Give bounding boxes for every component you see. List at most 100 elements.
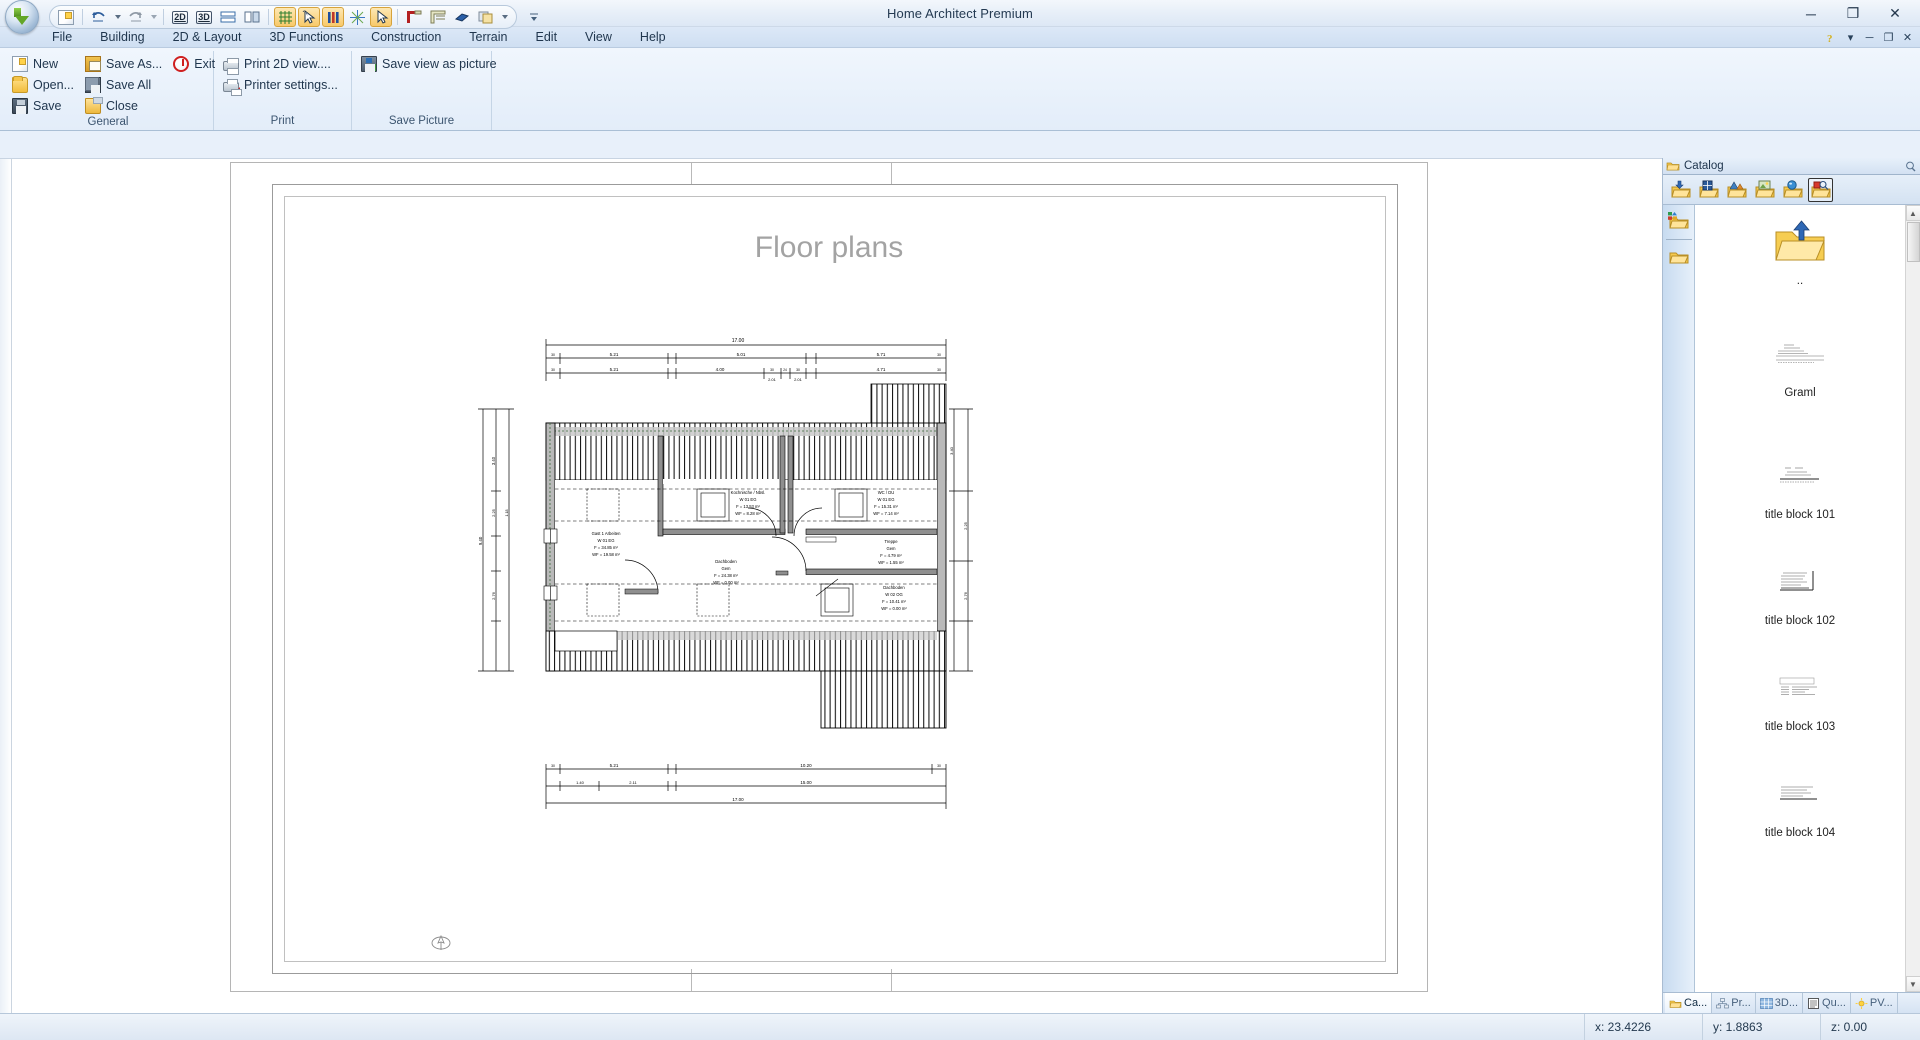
- view-3d-icon[interactable]: 3D: [193, 7, 215, 27]
- save-as-label: Save As...: [106, 57, 162, 71]
- close-button[interactable]: ✕: [1874, 3, 1916, 25]
- more-dropdown-icon[interactable]: [499, 7, 509, 27]
- ribbon-print-2d-button[interactable]: Print 2D view....: [220, 54, 344, 74]
- undo-icon[interactable]: [88, 7, 110, 27]
- catalog-textures-icon[interactable]: [1752, 178, 1777, 202]
- columns-icon[interactable]: [322, 7, 344, 27]
- minimize-button[interactable]: ─: [1790, 3, 1832, 25]
- application-orb-button[interactable]: [5, 0, 39, 34]
- catalog-item-label: Graml: [1784, 387, 1815, 399]
- page-sheet[interactable]: Floor plans: [230, 162, 1428, 992]
- auto-hide-pin-icon[interactable]: [1903, 160, 1917, 173]
- quick-access-toolbar: 2D 3D: [0, 0, 546, 34]
- save-view-as-picture-label: Save view as picture: [382, 57, 497, 71]
- tab-quantities[interactable]: Qu...: [1803, 993, 1851, 1013]
- copy-layer-icon[interactable]: [475, 7, 497, 27]
- tab-project-label: Pr...: [1731, 997, 1751, 1009]
- new-document-icon[interactable]: [55, 7, 77, 27]
- catalog-tree-icon[interactable]: [1666, 209, 1692, 233]
- redo-icon[interactable]: [124, 7, 146, 27]
- svg-text:30: 30: [796, 368, 800, 372]
- svg-text:30: 30: [770, 368, 774, 372]
- qat-separator-3: [268, 9, 269, 25]
- help-icon[interactable]: ?: [1823, 29, 1840, 46]
- svg-text:F = 15.31 m²: F = 15.31 m²: [874, 504, 898, 509]
- catalog-folder-icon[interactable]: [1666, 246, 1692, 270]
- svg-text:17.00: 17.00: [732, 338, 745, 344]
- menu-view[interactable]: View: [571, 28, 626, 46]
- svg-text:30: 30: [937, 353, 941, 357]
- ribbon-printer-settings-button[interactable]: Printer settings...: [220, 75, 344, 95]
- ribbon-save-as-button[interactable]: Save As...: [82, 54, 168, 74]
- svg-text:WF = 0.00 m²: WF = 0.00 m²: [881, 606, 907, 611]
- catalog-item-graml[interactable]: Graml: [1695, 317, 1905, 439]
- svg-text:2.11: 2.11: [629, 780, 637, 785]
- scroll-track[interactable]: [1906, 221, 1920, 976]
- ribbon-close-button[interactable]: Close: [82, 96, 168, 116]
- floor-plan-svg: 17.00 5.21 5.01 5.71: [476, 331, 1116, 851]
- ribbon-options-icon[interactable]: ▾: [1842, 29, 1859, 46]
- floor-plan-drawing[interactable]: 17.00 5.21 5.01 5.71: [476, 331, 1116, 851]
- ribbon-new-button[interactable]: New: [9, 54, 80, 74]
- catalog-item-title-block-103[interactable]: title block 103: [1695, 651, 1905, 757]
- catalog-item-list[interactable]: ..: [1695, 205, 1905, 992]
- general-group-body: New Open... Save Save As...: [9, 54, 207, 116]
- view-2d-icon[interactable]: 2D: [169, 7, 191, 27]
- scroll-down-button[interactable]: ▼: [1906, 976, 1920, 992]
- snap-icon[interactable]: [346, 7, 368, 27]
- customize-qat-icon[interactable]: [523, 7, 545, 27]
- folder-up-icon: [1772, 211, 1828, 273]
- tab-pv-label: PV...: [1870, 997, 1893, 1009]
- wall-corner-red-icon[interactable]: [403, 7, 425, 27]
- print-2d-label: Print 2D view....: [244, 57, 331, 71]
- svg-text:3.40: 3.40: [491, 456, 496, 465]
- catalog-item-title-block-101[interactable]: title block 101: [1695, 439, 1905, 545]
- roof-icon[interactable]: [427, 7, 449, 27]
- menu-help[interactable]: Help: [626, 28, 680, 46]
- svg-text:2.76: 2.76: [491, 591, 496, 600]
- tab-3d[interactable]: 3D...: [1756, 993, 1803, 1013]
- catalog-3d-objects-icon[interactable]: [1724, 178, 1749, 202]
- ribbon-save-all-button[interactable]: Save All: [82, 75, 168, 95]
- grid-icon[interactable]: [274, 7, 296, 27]
- tab-3d-label: 3D...: [1775, 997, 1798, 1009]
- catalog-item-title-block-104[interactable]: title block 104: [1695, 757, 1905, 863]
- ribbon-open-button[interactable]: Open...: [9, 75, 80, 95]
- tab-catalog[interactable]: Ca...: [1665, 993, 1712, 1013]
- scroll-thumb[interactable]: [1907, 222, 1920, 262]
- svg-text:5.21: 5.21: [610, 763, 619, 768]
- svg-text:WC / DU: WC / DU: [878, 490, 895, 495]
- svg-text:5.01: 5.01: [737, 352, 746, 357]
- doc-restore-icon[interactable]: ❐: [1880, 29, 1897, 46]
- slab-icon[interactable]: [451, 7, 473, 27]
- svg-text:F = 34.85 m²: F = 34.85 m²: [594, 545, 618, 550]
- catalog-materials-icon[interactable]: [1780, 178, 1805, 202]
- catalog-item-parent-folder[interactable]: ..: [1695, 205, 1905, 317]
- ribbon-save-button[interactable]: Save: [9, 96, 80, 116]
- split-vertical-icon[interactable]: [241, 7, 263, 27]
- status-y-coordinate: y: 1.8863: [1702, 1014, 1820, 1040]
- split-horizontal-icon[interactable]: [217, 7, 239, 27]
- tab-pv[interactable]: PV...: [1851, 993, 1898, 1013]
- catalog-symbols-icon[interactable]: [1808, 178, 1833, 202]
- doc-close-icon[interactable]: ✕: [1899, 29, 1916, 46]
- redo-dropdown-icon[interactable]: [148, 7, 158, 27]
- open-label: Open...: [33, 78, 74, 92]
- pointer-icon[interactable]: [370, 7, 392, 27]
- catalog-objects-icon[interactable]: [1668, 178, 1693, 202]
- exit-icon: [173, 56, 189, 72]
- catalog-item-title-block-102[interactable]: title block 102: [1695, 545, 1905, 651]
- select-objects-icon[interactable]: [298, 7, 320, 27]
- catalog-doors-windows-icon[interactable]: [1696, 178, 1721, 202]
- scroll-up-button[interactable]: ▲: [1906, 205, 1920, 221]
- save-picture-group-body: Save view as picture: [358, 54, 485, 74]
- maximize-button[interactable]: ❐: [1832, 3, 1874, 25]
- qat-separator-4: [397, 9, 398, 25]
- doc-minimize-icon[interactable]: ─: [1861, 29, 1878, 46]
- drawing-canvas[interactable]: Floor plans: [0, 158, 1662, 1013]
- undo-dropdown-icon[interactable]: [112, 7, 122, 27]
- ribbon-save-view-as-picture-button[interactable]: Save view as picture: [358, 54, 503, 74]
- catalog-scrollbar[interactable]: ▲ ▼: [1905, 205, 1920, 992]
- tab-project[interactable]: Pr...: [1712, 993, 1756, 1013]
- svg-text:WF = 0.00 m²: WF = 0.00 m²: [713, 580, 739, 585]
